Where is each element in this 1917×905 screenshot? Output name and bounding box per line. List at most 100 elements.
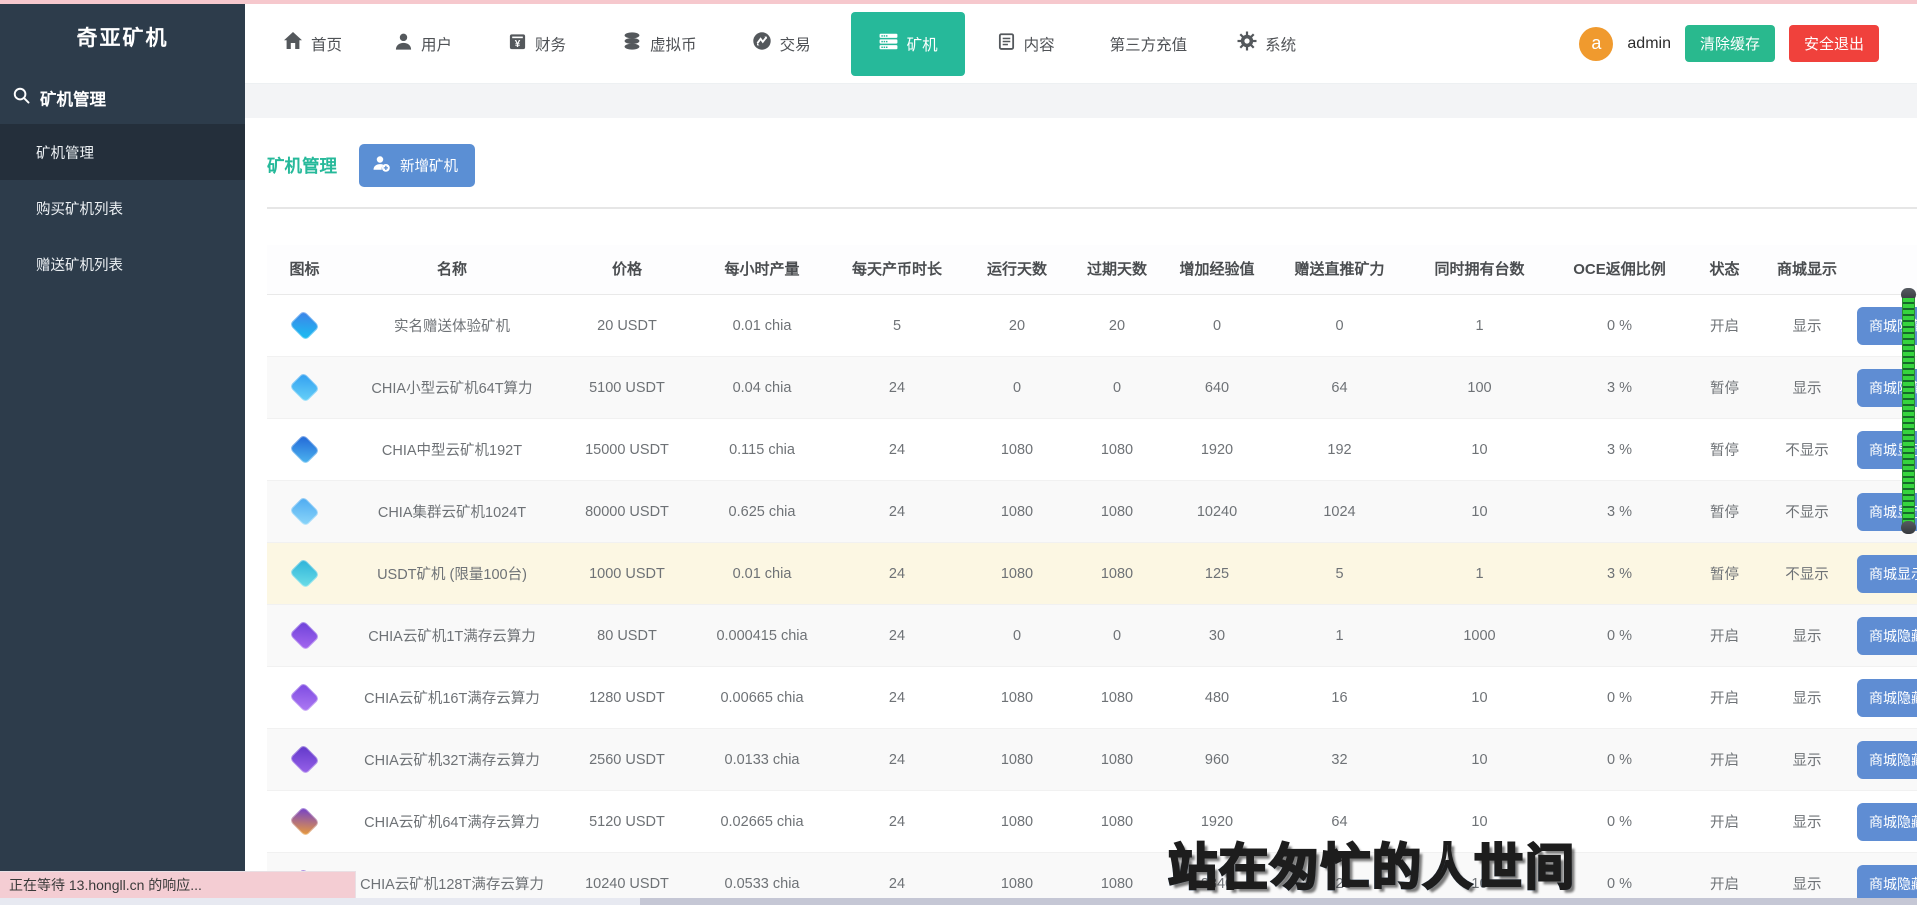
sidebar: 奇亚矿机 矿机管理 矿机管理 购买矿机列表 赠送矿机列表 [0,4,245,905]
cell-name: CHIA小型云矿机64T算力 [342,357,562,419]
cell-exp-gain: 0 [1162,295,1272,357]
nav-item-label: 用户 [421,33,452,55]
cell-oce-rebate: 3 % [1552,357,1687,419]
cell-hourly-output: 0.00665 chia [692,667,832,729]
nav-item-system[interactable]: 系统 [1237,31,1296,56]
col-expire-days: 过期天数 [1072,245,1162,295]
miner-icon [289,620,320,651]
page-title: 矿机管理 [267,153,337,178]
home-icon [283,31,303,56]
cell-mall-display: 不显示 [1762,543,1852,605]
mall-toggle-button[interactable]: 商城隐藏 [1857,679,1917,717]
mall-toggle-button[interactable]: 商城显示 [1857,555,1917,593]
cell-name: CHIA云矿机64T满存云算力 [342,791,562,853]
cell-max-units: 1 [1407,543,1552,605]
nav-item-miners[interactable]: 矿机 [851,12,965,76]
cell-mall-display: 显示 [1762,729,1852,791]
cell-exp-gain: 30 [1162,605,1272,667]
cell-max-units: 10 [1407,419,1552,481]
username[interactable]: admin [1627,35,1671,53]
table-row: CHIA小型云矿机64T算力 5100 USDT 0.04 chia 24 0 … [267,357,1917,419]
cell-icon [267,605,342,667]
cell-mall-display: 显示 [1762,667,1852,729]
horizontal-scrollbar-thumb[interactable] [640,898,1917,905]
search-icon [12,86,31,110]
cell-exp-gain: 640 [1162,357,1272,419]
subtitle-overlay: 站在匆忙的人世间 [1168,828,1576,899]
miner-table: 图标 名称 价格 每小时产量 每天产币时长 运行天数 过期天数 增加经验值 赠送… [267,245,1917,905]
cell-price: 1000 USDT [562,543,692,605]
cell-hourly-output: 0.01 chia [692,543,832,605]
miner-panel: 矿机管理 新增矿机 图标 名称 价格 每小时产量 每天产币时长 [245,118,1917,905]
sidebar-item-label: 赠送矿机列表 [36,254,123,275]
nav-item-home[interactable]: 首页 [283,31,342,56]
cell-icon [267,729,342,791]
cell-max-units: 1 [1407,295,1552,357]
miner-icon [289,682,320,713]
mall-toggle-button[interactable]: 商城隐藏 [1857,865,1917,903]
cell-name: 实名赠送体验矿机 [342,295,562,357]
cell-name: CHIA云矿机1T满存云算力 [342,605,562,667]
mall-toggle-button[interactable]: 商城隐藏 [1857,617,1917,655]
cell-exp-gain: 480 [1162,667,1272,729]
logout-button[interactable]: 安全退出 [1789,25,1879,62]
nav-item-label: 首页 [311,33,342,55]
table-row: CHIA中型云矿机192T 15000 USDT 0.115 chia 24 1… [267,419,1917,481]
sidebar-item-miner-manage[interactable]: 矿机管理 [0,124,245,180]
cell-actions: 商城隐藏 [1852,667,1917,729]
col-run-days: 运行天数 [962,245,1072,295]
cell-icon [267,295,342,357]
table-header-row: 图标 名称 价格 每小时产量 每天产币时长 运行天数 过期天数 增加经验值 赠送… [267,245,1917,295]
cell-run-days: 1080 [962,481,1072,543]
horizontal-scrollbar[interactable] [0,898,1917,905]
panel-header: 矿机管理 新增矿机 [245,118,1917,187]
miner-icon [289,744,320,775]
nav-item-content[interactable]: 内容 [997,32,1055,56]
sidebar-section-header: 矿机管理 [0,70,245,124]
cell-icon [267,419,342,481]
nav-item-trade[interactable]: 交易 [752,31,811,56]
cell-max-units: 10 [1407,481,1552,543]
sidebar-menu: 矿机管理 购买矿机列表 赠送矿机列表 [0,124,245,292]
nav-item-finance[interactable]: ¥ 财务 [508,32,566,56]
status-badge: 开启 [1687,295,1762,357]
cell-daily-hours: 24 [832,543,962,605]
cell-run-days: 0 [962,357,1072,419]
cell-expire-days: 20 [1072,295,1162,357]
cell-oce-rebate: 0 % [1552,729,1687,791]
cell-hourly-output: 0.115 chia [692,419,832,481]
exchange-icon [752,31,772,56]
cell-daily-hours: 24 [832,357,962,419]
nav-item-label: 第三方充值 [1110,33,1188,55]
user-add-icon [372,154,391,177]
cell-run-days: 1080 [962,729,1072,791]
sidebar-section-label: 矿机管理 [40,86,106,110]
status-badge: 暂停 [1687,419,1762,481]
mall-toggle-button[interactable]: 商城隐藏 [1857,741,1917,779]
nav-item-crypto[interactable]: 虚拟币 [622,31,697,56]
vertical-scrollbar-thumb[interactable] [1901,288,1916,534]
cell-hourly-output: 0.04 chia [692,357,832,419]
add-miner-button[interactable]: 新增矿机 [359,144,475,187]
col-direct-power: 赠送直推矿力 [1272,245,1407,295]
miner-icon [289,558,320,589]
nav-item-third-party-recharge[interactable]: 第三方充值 [1110,33,1188,55]
avatar[interactable]: a [1579,27,1613,61]
scrollbar-stripes [1902,298,1915,524]
mall-toggle-button[interactable]: 商城隐藏 [1857,803,1917,841]
sidebar-item-gifted-miners[interactable]: 赠送矿机列表 [0,236,245,292]
cell-name: CHIA云矿机32T满存云算力 [342,729,562,791]
nav-item-users[interactable]: 用户 [394,32,452,56]
clear-cache-button[interactable]: 清除缓存 [1685,25,1775,62]
cell-direct-power: 64 [1272,357,1407,419]
sidebar-item-purchased-miners[interactable]: 购买矿机列表 [0,180,245,236]
col-oce-rebate: OCE返佣比例 [1552,245,1687,295]
cell-expire-days: 0 [1072,357,1162,419]
cell-max-units: 10 [1407,729,1552,791]
cell-actions: 商城隐藏 [1852,605,1917,667]
cell-exp-gain: 10240 [1162,481,1272,543]
cell-oce-rebate: 0 % [1552,295,1687,357]
cell-run-days: 1080 [962,667,1072,729]
col-hourly-output: 每小时产量 [692,245,832,295]
cell-daily-hours: 24 [832,667,962,729]
